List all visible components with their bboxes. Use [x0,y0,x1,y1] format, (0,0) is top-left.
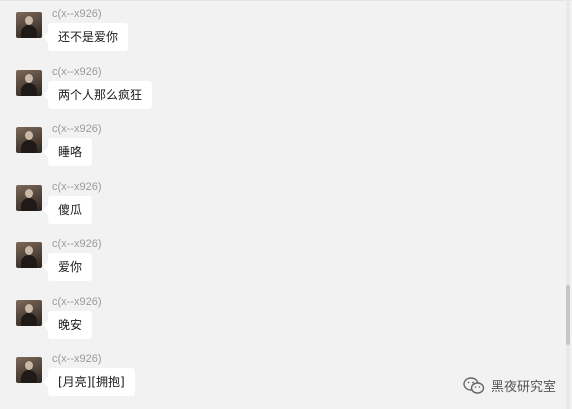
message-bubble[interactable]: 睡咯 [42,138,93,166]
avatar[interactable] [16,185,42,211]
watermark: 黑夜研究室 [463,376,556,395]
avatar[interactable] [16,12,42,38]
sender-name: c(x--x926) [52,66,102,78]
chat-message: c(x--x926) 睡咯 [0,119,540,169]
avatar[interactable] [16,300,42,326]
sender-name: c(x--x926) [52,296,102,308]
watermark-text: 黑夜研究室 [490,380,556,395]
chat-message: c(x--x926) [月亮][拥抱] [0,349,540,399]
chat-message: c(x--x926) 爱你 [0,234,540,284]
chat-message-list[interactable]: c(x--x926) 还不是爱你 c(x--x926) 两个人那么疯狂 c(x-… [0,0,566,409]
wechat-icon [463,376,485,395]
sender-name: c(x--x926) [52,181,102,193]
avatar[interactable] [16,70,42,96]
message-bubble[interactable]: [月亮][拥抱] [43,368,135,396]
message-bubble[interactable]: 晚安 [42,311,93,339]
message-bubble[interactable]: 两个人那么疯狂 [42,81,153,109]
message-bubble[interactable]: 爱你 [42,253,93,281]
chat-message: c(x--x926) 晚安 [0,292,540,342]
sender-name: c(x--x926) [52,353,102,365]
chat-message: c(x--x926) 傻瓜 [0,177,540,227]
chat-message: c(x--x926) 还不是爱你 [0,4,540,54]
sender-name: c(x--x926) [52,238,102,250]
scrollbar[interactable] [566,0,570,409]
scrollbar-thumb[interactable] [566,285,570,345]
avatar[interactable] [16,357,42,383]
chat-message: c(x--x926) 两个人那么疯狂 [0,62,540,112]
message-bubble[interactable]: 傻瓜 [42,196,93,224]
avatar[interactable] [16,242,42,268]
avatar[interactable] [16,127,42,153]
message-bubble[interactable]: 还不是爱你 [42,23,129,51]
sender-name: c(x--x926) [52,123,102,135]
sender-name: c(x--x926) [52,8,102,20]
